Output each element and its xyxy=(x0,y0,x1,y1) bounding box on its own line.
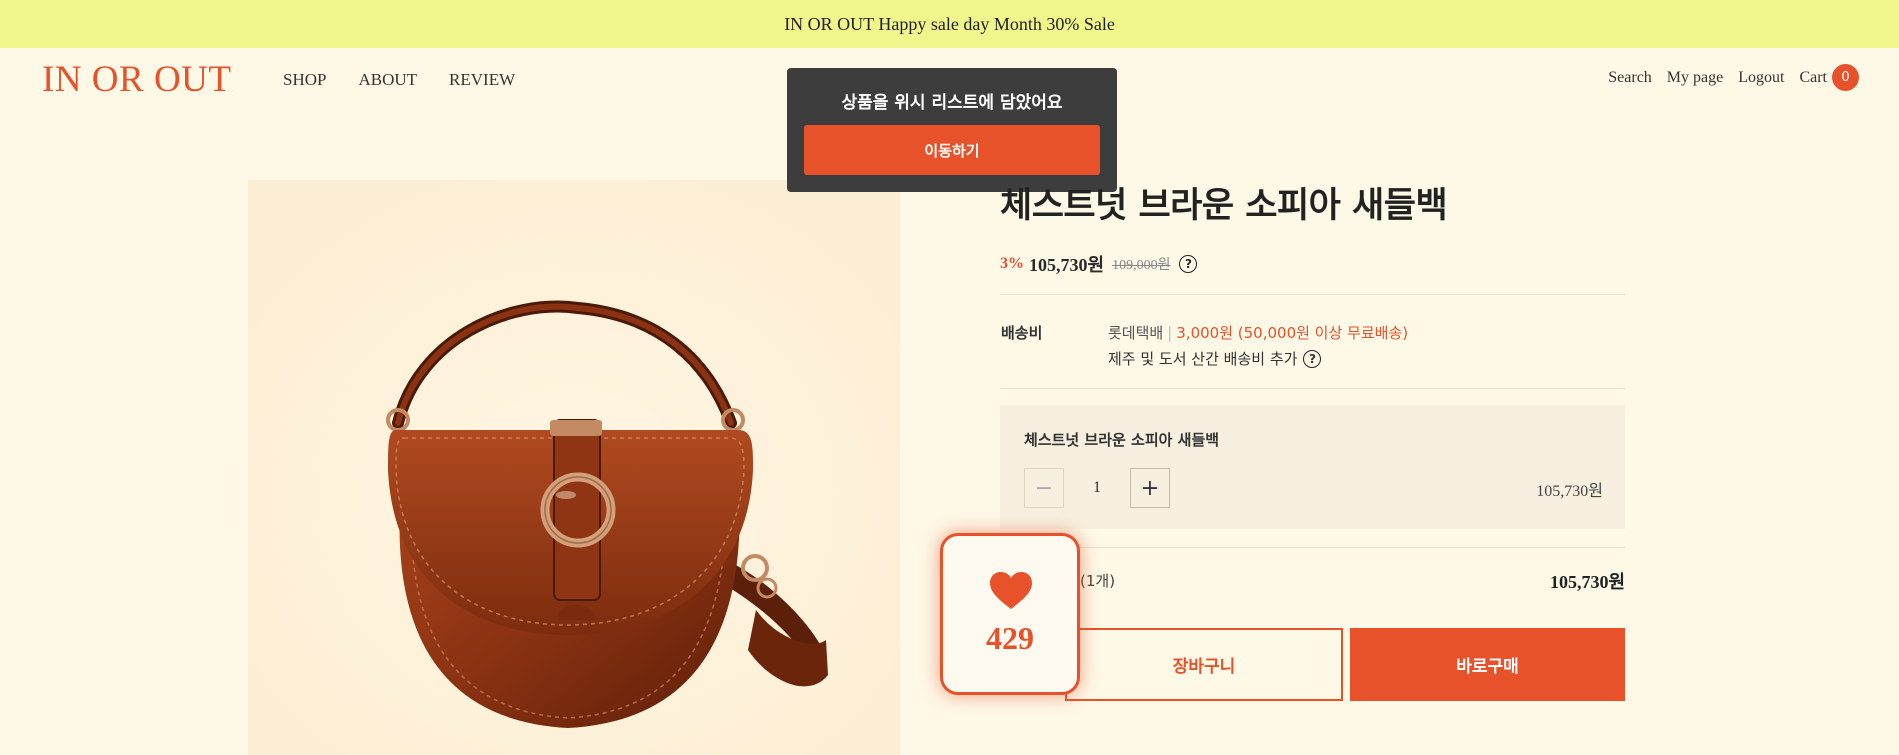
total-price: 105,730원 xyxy=(1549,572,1625,592)
logout-link[interactable]: Logout xyxy=(1738,69,1784,87)
toast-message: 상품을 위시 리스트에 담았어요 xyxy=(841,93,1063,113)
product-title: 체스트넛 브라운 소피아 새들백 xyxy=(1000,186,1448,226)
nav-shop[interactable]: SHOP xyxy=(283,70,326,90)
total-count: (1개) xyxy=(1080,572,1116,590)
question-circle-icon[interactable]: ? xyxy=(1179,255,1198,273)
question-circle-icon[interactable]: ? xyxy=(1303,349,1322,368)
search-link[interactable]: Search xyxy=(1608,69,1652,87)
option-price: 105,730원 xyxy=(1536,483,1603,500)
divider xyxy=(1000,388,1625,389)
cart-link[interactable]: Cart 0 xyxy=(1799,64,1859,91)
shipping-info: 롯데택배 | 3,000원 (50,000원 이상 무료배송) xyxy=(1108,322,1408,343)
shipping-fee: 3,000원 (50,000원 이상 무료배송) xyxy=(1176,324,1409,342)
saddle-bag-illustration xyxy=(248,180,900,755)
shipping-carrier: 롯데택배 xyxy=(1108,324,1164,342)
heart-icon xyxy=(990,572,1032,609)
quantity-stepper: − 1 + xyxy=(1024,468,1170,508)
shipping-separator: | xyxy=(1167,324,1173,342)
nav-about[interactable]: ABOUT xyxy=(358,70,417,90)
option-name: 체스트넛 브라운 소피아 새들백 xyxy=(1024,431,1220,449)
price-row: 3% 105,730원 109,000원 ? xyxy=(1000,251,1198,277)
shipping-extra: 제주 및 도서 산간 배송비 추가 ? xyxy=(1108,348,1322,369)
selected-option-box: 체스트넛 브라운 소피아 새들백 − 1 + 105,730원 xyxy=(1000,405,1625,529)
wishlist-toast: 상품을 위시 리스트에 담았어요 이동하기 xyxy=(787,68,1117,192)
sale-price: 105,730원 xyxy=(1029,255,1105,275)
buy-now-button[interactable]: 바로구매 xyxy=(1350,628,1625,701)
divider xyxy=(1000,294,1625,295)
product-image xyxy=(248,180,900,755)
main-nav: SHOP ABOUT REVIEW xyxy=(283,70,515,90)
divider xyxy=(1000,547,1625,548)
discount-rate: 3% xyxy=(1000,255,1024,272)
cart-count-badge: 0 xyxy=(1832,64,1859,91)
announcement-text: IN OR OUT Happy sale day Month 30% Sale xyxy=(784,13,1115,34)
nav-review[interactable]: REVIEW xyxy=(449,70,515,90)
add-to-cart-button[interactable]: 장바구니 xyxy=(1065,628,1343,701)
site-logo[interactable]: IN OR OUT xyxy=(42,58,231,101)
quantity-value[interactable]: 1 xyxy=(1064,479,1130,497)
minus-button[interactable]: − xyxy=(1024,468,1064,508)
mypage-link[interactable]: My page xyxy=(1667,69,1723,87)
announcement-bar: IN OR OUT Happy sale day Month 30% Sale xyxy=(0,0,1899,48)
original-price: 109,000원 xyxy=(1112,258,1171,273)
wishlist-button[interactable]: 429 xyxy=(940,533,1080,695)
shipping-extra-text: 제주 및 도서 산간 배송비 추가 xyxy=(1108,350,1298,368)
wishlist-count: 429 xyxy=(986,620,1034,656)
plus-button[interactable]: + xyxy=(1130,468,1170,508)
toast-go-button[interactable]: 이동하기 xyxy=(804,125,1100,175)
cart-label: Cart xyxy=(1799,68,1827,86)
user-nav: Search My page Logout Cart 0 xyxy=(1608,64,1859,91)
shipping-label: 배송비 xyxy=(1001,324,1043,342)
